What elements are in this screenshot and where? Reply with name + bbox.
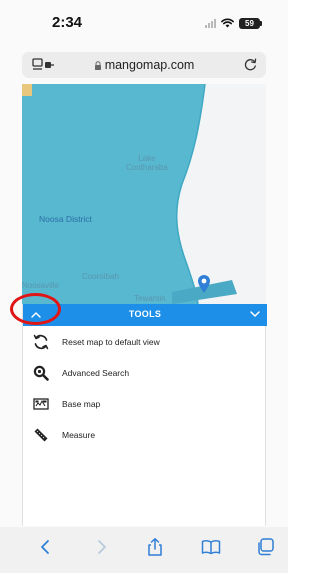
map-label-cooroibah: Cooroibah bbox=[82, 272, 119, 281]
map-label-noosa-district: Noosa District bbox=[39, 214, 92, 224]
tool-reset-map[interactable]: Reset map to default view bbox=[23, 326, 267, 357]
tool-label: Base map bbox=[62, 398, 101, 409]
status-icons: 59 bbox=[205, 16, 262, 30]
chevron-down-icon[interactable] bbox=[249, 308, 261, 320]
tool-measure[interactable]: Measure bbox=[23, 419, 267, 450]
basemap-icon bbox=[33, 397, 49, 410]
tabs-icon[interactable] bbox=[256, 537, 276, 557]
tool-label: Reset map to default view bbox=[62, 336, 160, 347]
map-view[interactable]: Lake Cootharaba Noosa District Cooroibah … bbox=[22, 84, 266, 304]
battery-icon: 59 bbox=[239, 17, 262, 29]
url-text: mangomap.com bbox=[104, 58, 195, 72]
location-marker-icon[interactable] bbox=[197, 274, 211, 294]
status-time: 2:34 bbox=[52, 14, 83, 31]
search-icon bbox=[33, 365, 49, 381]
address-bar[interactable]: mangomap.com bbox=[22, 52, 266, 78]
tool-label: Advanced Search bbox=[62, 367, 130, 378]
share-icon[interactable] bbox=[145, 537, 165, 557]
back-icon[interactable] bbox=[36, 537, 56, 557]
map-label-tewantin: Tewantin bbox=[134, 294, 166, 303]
tool-list: Reset map to default view Advanced Searc… bbox=[23, 326, 267, 450]
browser-toolbar bbox=[0, 527, 288, 573]
tool-base-map[interactable]: Base map bbox=[23, 388, 267, 419]
tool-advanced-search[interactable]: Advanced Search bbox=[23, 357, 267, 388]
lock-icon bbox=[94, 60, 101, 70]
bookmarks-icon[interactable] bbox=[201, 537, 221, 557]
forward-icon[interactable] bbox=[91, 537, 111, 557]
reload-icon[interactable] bbox=[243, 57, 258, 72]
map-label: Lake Cootharaba bbox=[126, 154, 168, 172]
phone-screen: 2:34 59 mangomap.com Lake Cootharaba Noo… bbox=[0, 0, 288, 573]
tools-panel: TOOLS Reset map to default view Advanced… bbox=[22, 304, 267, 526]
ruler-icon bbox=[34, 428, 48, 441]
annotation-highlight-circle bbox=[10, 293, 61, 325]
tool-label: Measure bbox=[62, 429, 96, 440]
signal-icon bbox=[205, 18, 216, 28]
map-canvas[interactable] bbox=[22, 84, 266, 304]
reset-icon bbox=[33, 334, 49, 349]
map-label-noosaville: Noosaville bbox=[22, 281, 59, 290]
wifi-icon bbox=[221, 18, 234, 28]
status-bar: 2:34 59 bbox=[0, 0, 288, 44]
